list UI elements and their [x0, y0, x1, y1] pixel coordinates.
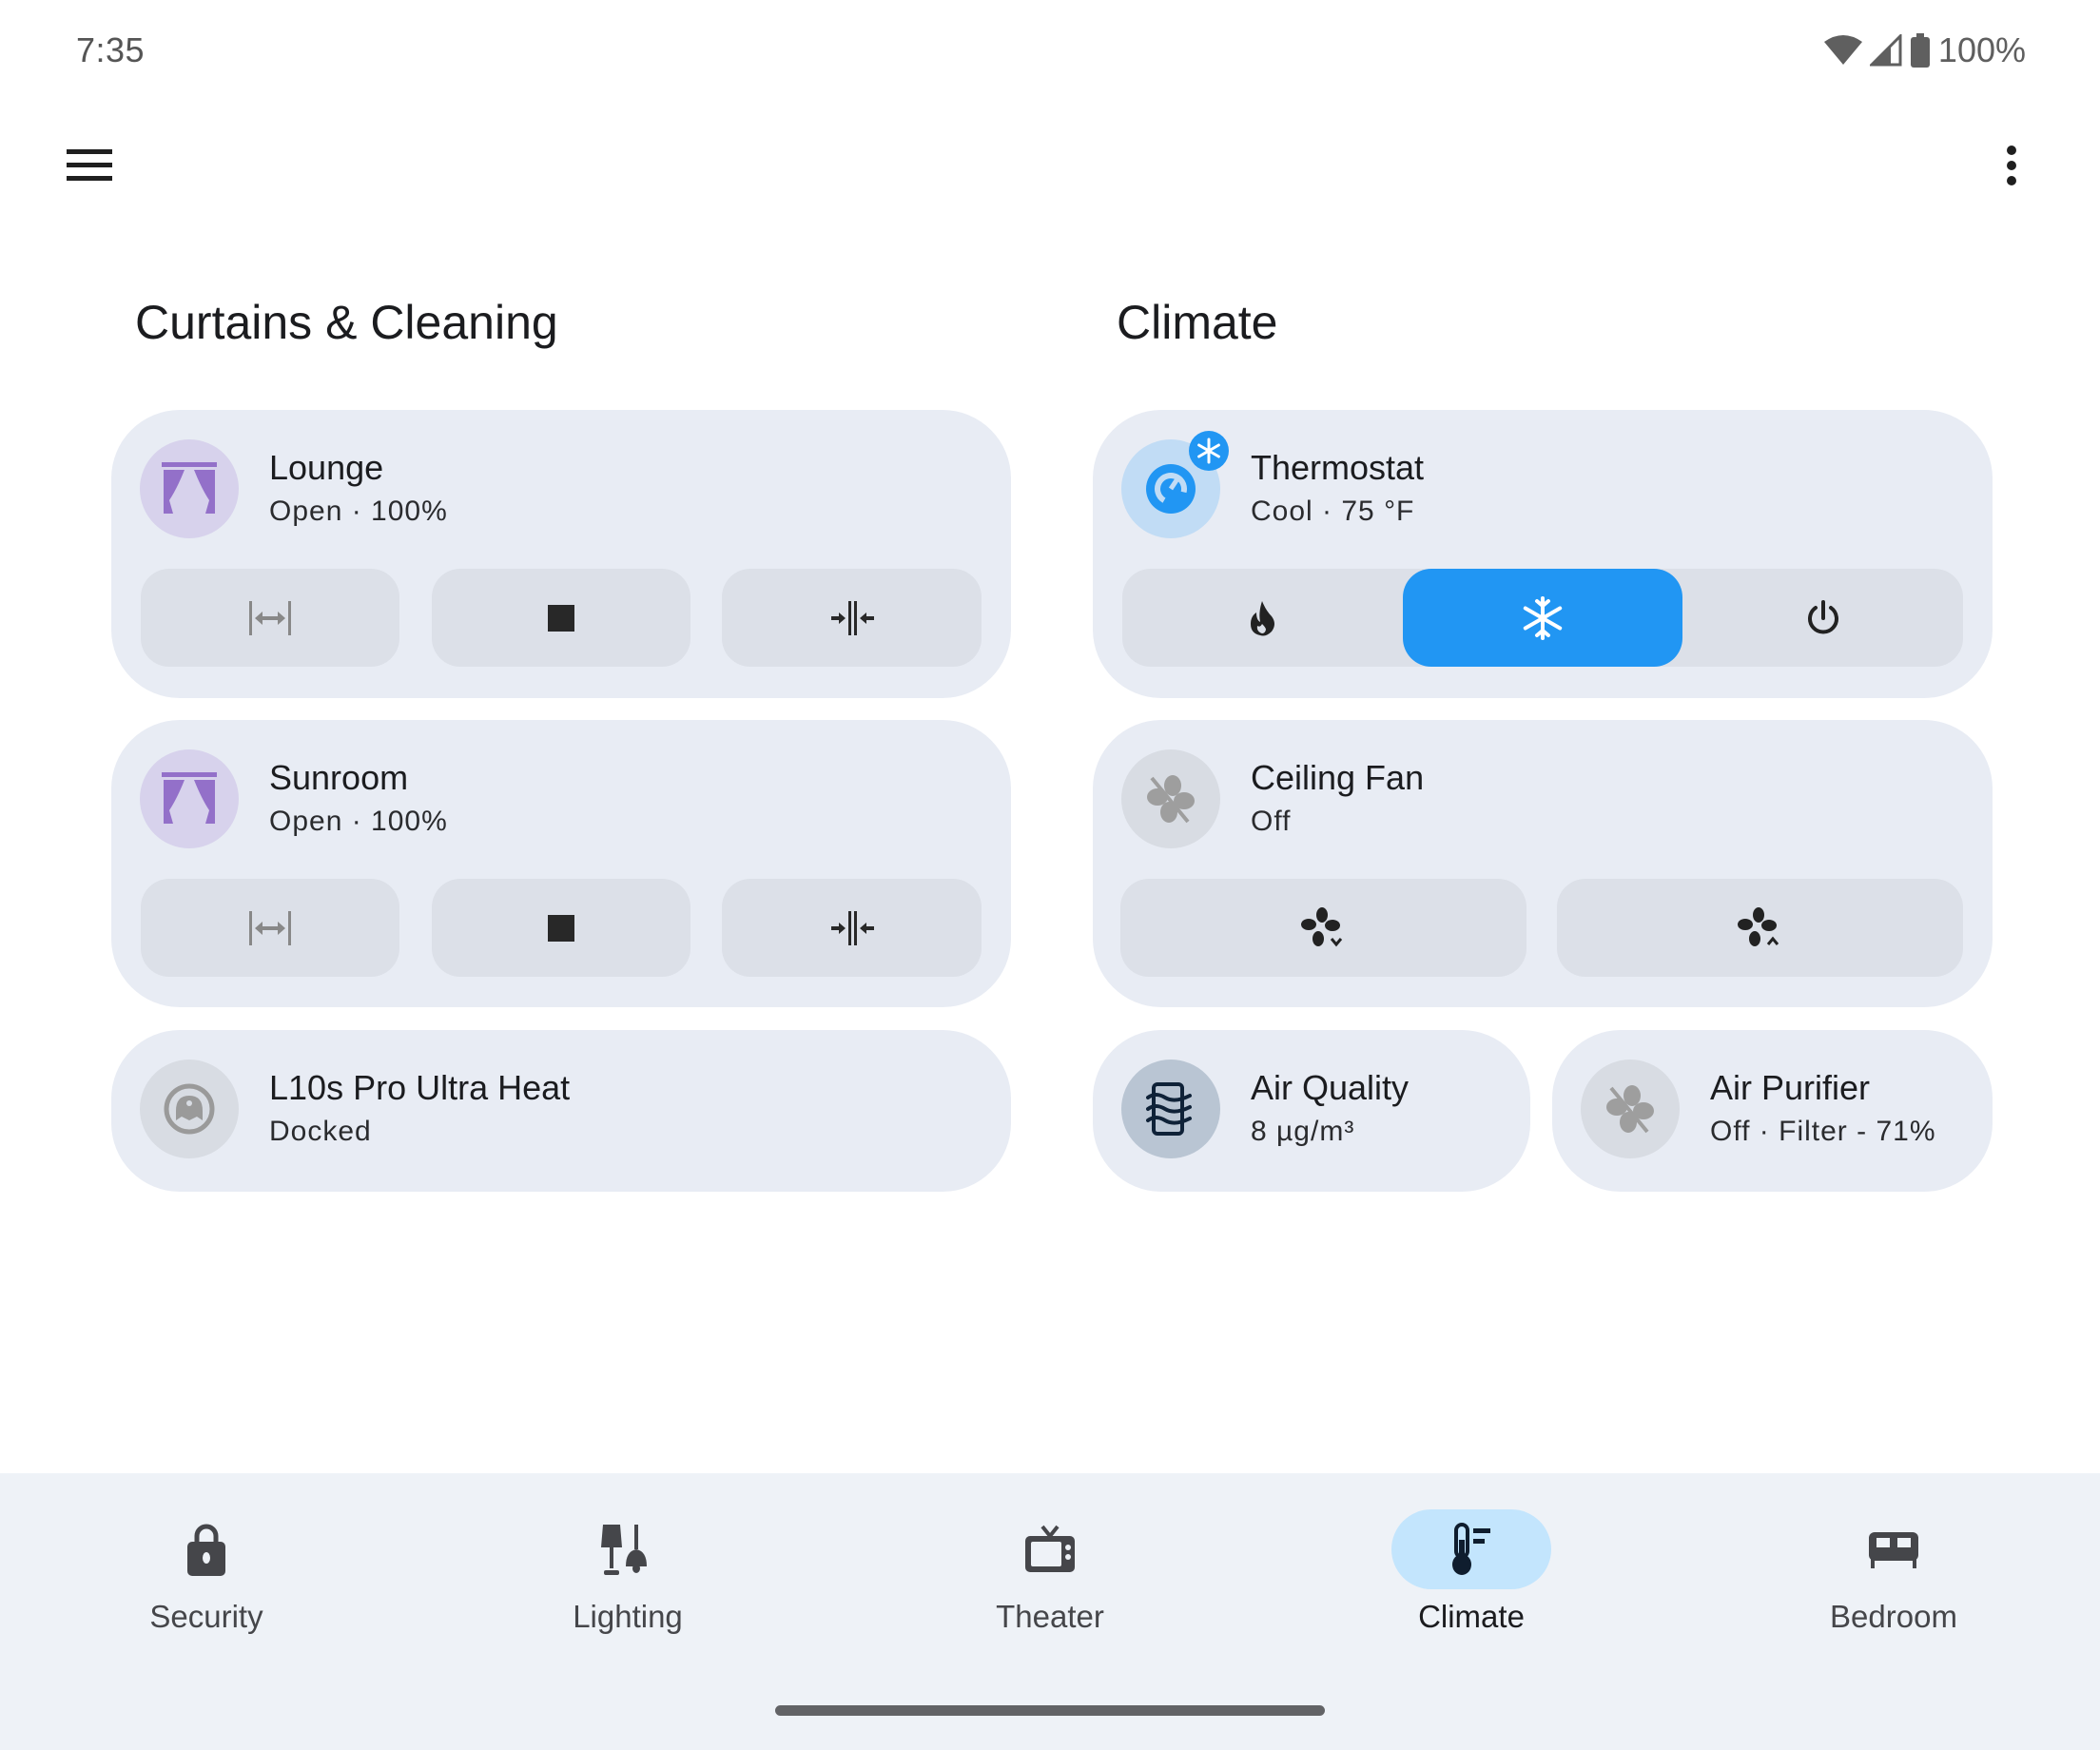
thermostat-card[interactable]: Thermostat Cool · 75 °F [1093, 410, 1993, 698]
more-options-button[interactable] [1974, 127, 2050, 204]
card-title: Lounge [269, 448, 384, 487]
power-icon [1807, 599, 1838, 633]
status-time: 7:35 [76, 30, 146, 69]
curtains-icon [162, 772, 217, 824]
card-title: Sunroom [269, 758, 409, 797]
cell-signal-icon [1869, 34, 1902, 67]
air-filter-icon [1146, 1082, 1192, 1136]
nav-label: Lighting [573, 1599, 683, 1634]
fan-off-icon [1147, 775, 1195, 824]
more-vert-icon [2007, 146, 2016, 185]
curtain-open-button[interactable] [141, 879, 399, 977]
card-title: Ceiling Fan [1251, 758, 1425, 797]
air-quality-icon-circle [1121, 1060, 1220, 1158]
card-title: Thermostat [1251, 448, 1425, 487]
section-title-curtains-cleaning: Curtains & Cleaning [135, 296, 558, 349]
air-purifier-icon-circle [1581, 1060, 1680, 1158]
nav-item-climate[interactable]: Climate [1329, 1473, 1614, 1663]
nav-pill [548, 1509, 708, 1589]
card-title: Air Quality [1251, 1068, 1410, 1107]
battery-percent: 100% [1937, 30, 2026, 69]
fire-icon [1251, 600, 1275, 635]
thermostat-icon [1146, 464, 1196, 514]
ceiling-fan-card[interactable]: Ceiling Fan Off [1093, 720, 1993, 1007]
sunroom-curtain-card[interactable]: Sunroom Open · 100% [111, 720, 1011, 1007]
air-quality-card[interactable]: Air Quality 8 µg/m³ [1093, 1030, 1530, 1192]
fan-speed-down-button[interactable] [1120, 879, 1526, 977]
curtains-icon [162, 462, 217, 514]
curtain-close-icon [830, 600, 874, 635]
vacuum-card[interactable]: L10s Pro Ultra Heat Docked [111, 1030, 1011, 1192]
card-state: Cool · 75 °F [1251, 496, 1415, 527]
mode-heat-button[interactable] [1122, 569, 1403, 667]
fan-speed-down-icon [1300, 906, 1342, 946]
lamps-icon [601, 1525, 647, 1575]
bed-icon [1869, 1532, 1918, 1568]
nav-label: Theater [996, 1599, 1104, 1634]
stop-icon [548, 914, 574, 942]
menu-button[interactable] [51, 127, 127, 204]
air-purifier-card[interactable]: Air Purifier Off · Filter - 71% [1552, 1030, 1993, 1192]
nav-item-theater[interactable]: Theater [907, 1473, 1193, 1663]
nav-label: Security [149, 1599, 263, 1634]
curtain-close-icon [830, 910, 874, 945]
curtain-close-button[interactable] [722, 879, 982, 977]
curtain-stop-button[interactable] [432, 569, 690, 667]
curtain-open-icon [249, 910, 291, 945]
lock-icon [187, 1524, 225, 1576]
nav-pill [1814, 1509, 1974, 1589]
hvac-mode-selector [1122, 569, 1963, 667]
nav-pill-active [1391, 1509, 1551, 1589]
robot-vacuum-icon [164, 1083, 215, 1135]
status-icons: 100% [1823, 30, 2026, 70]
ceiling-fan-icon-circle [1121, 749, 1220, 848]
card-state: Off [1251, 806, 1292, 837]
card-state: Open · 100% [269, 496, 448, 527]
curtain-open-button[interactable] [141, 569, 399, 667]
sunroom-icon-circle [140, 749, 239, 848]
curtain-open-icon [249, 600, 291, 635]
card-title: L10s Pro Ultra Heat [269, 1068, 571, 1107]
battery-icon [1910, 33, 1930, 68]
thermometer-icon [1452, 1523, 1490, 1575]
card-title: Air Purifier [1710, 1068, 1871, 1107]
card-state: Off · Filter - 71% [1710, 1116, 1936, 1147]
snowflake-icon [1523, 595, 1563, 640]
mode-badge [1189, 431, 1229, 471]
vacuum-icon-circle [140, 1060, 239, 1158]
curtain-close-button[interactable] [722, 569, 982, 667]
lounge-icon-circle [140, 439, 239, 538]
tv-icon [1025, 1525, 1075, 1572]
hamburger-menu-icon [67, 149, 112, 181]
nav-pill [970, 1509, 1130, 1589]
nav-pill [126, 1509, 286, 1589]
fan-off-icon [1606, 1085, 1654, 1134]
snowflake-icon [1197, 438, 1220, 464]
fan-speed-up-button[interactable] [1557, 879, 1963, 977]
card-state: 8 µg/m³ [1251, 1116, 1355, 1147]
mode-cool-button[interactable] [1402, 569, 1683, 667]
curtain-stop-button[interactable] [432, 879, 690, 977]
mode-off-button[interactable] [1682, 569, 1963, 667]
nav-label: Climate [1418, 1599, 1525, 1634]
nav-label: Bedroom [1830, 1599, 1957, 1634]
home-gesture-bar[interactable] [775, 1705, 1325, 1716]
bottom-navigation: Security Lighting Theater Climate Bedroo… [0, 1473, 2100, 1750]
nav-item-security[interactable]: Security [64, 1473, 349, 1663]
lounge-curtain-card[interactable]: Lounge Open · 100% [111, 410, 1011, 698]
card-state: Docked [269, 1116, 372, 1147]
section-title-climate: Climate [1117, 296, 1278, 349]
wifi-icon [1823, 35, 1862, 65]
nav-item-lighting[interactable]: Lighting [485, 1473, 770, 1663]
nav-item-bedroom[interactable]: Bedroom [1751, 1473, 2036, 1663]
fan-speed-up-icon [1737, 906, 1779, 946]
stop-icon [548, 604, 574, 632]
card-state: Open · 100% [269, 806, 448, 837]
